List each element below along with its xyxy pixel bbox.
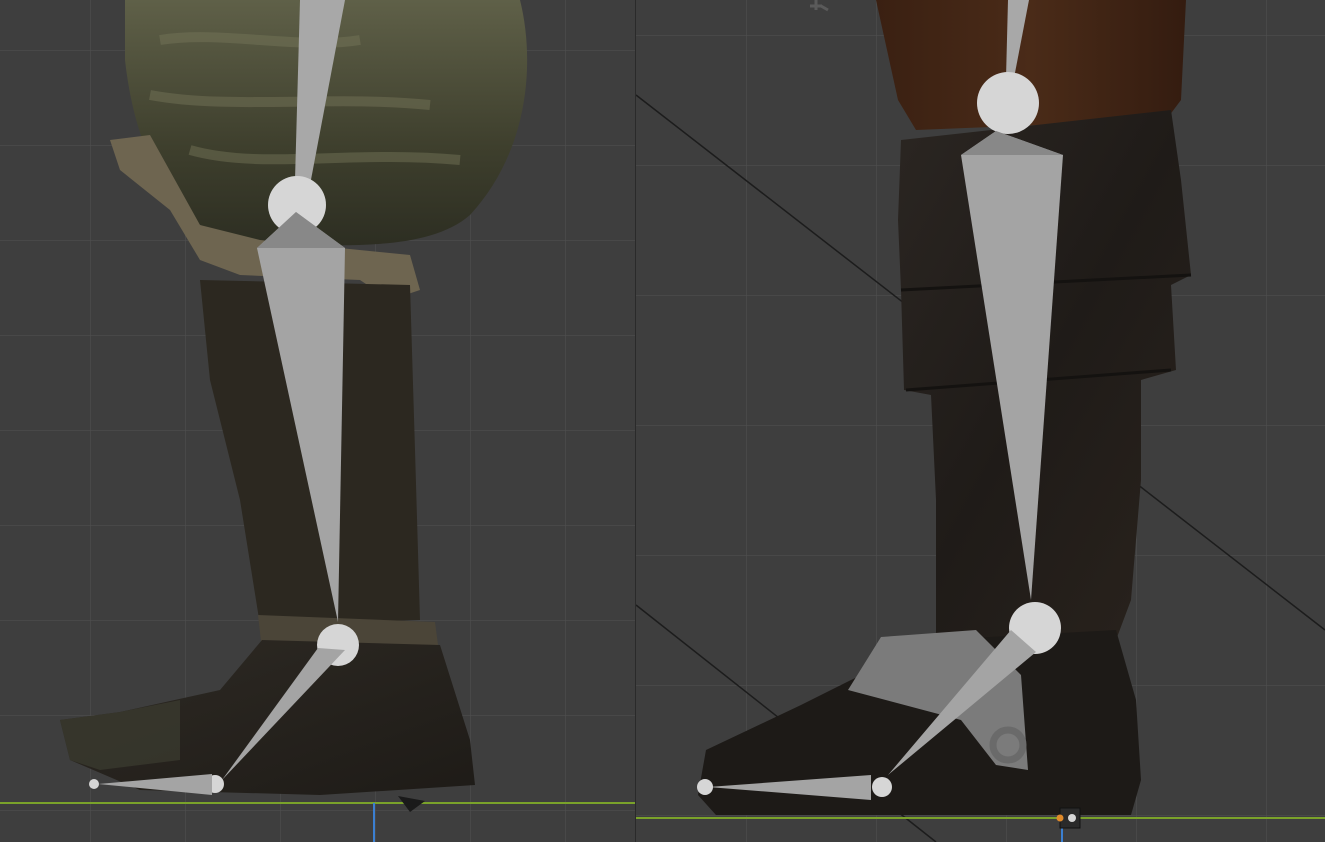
bone-joint-toe-tip[interactable] bbox=[89, 779, 99, 789]
origin-point[interactable] bbox=[1056, 814, 1064, 822]
bone-joint-knee[interactable] bbox=[977, 72, 1039, 134]
viewport-right[interactable] bbox=[636, 0, 1325, 842]
viewport-right-canvas[interactable] bbox=[636, 0, 1325, 842]
bone-joint-ball[interactable] bbox=[872, 777, 892, 797]
viewport-left-canvas[interactable] bbox=[0, 0, 635, 842]
blender-3d-viewport-compare bbox=[0, 0, 1325, 842]
bone-joint-toe-tip[interactable] bbox=[697, 779, 713, 795]
viewport-left[interactable] bbox=[0, 0, 636, 842]
origin-pivot[interactable] bbox=[1068, 814, 1076, 822]
